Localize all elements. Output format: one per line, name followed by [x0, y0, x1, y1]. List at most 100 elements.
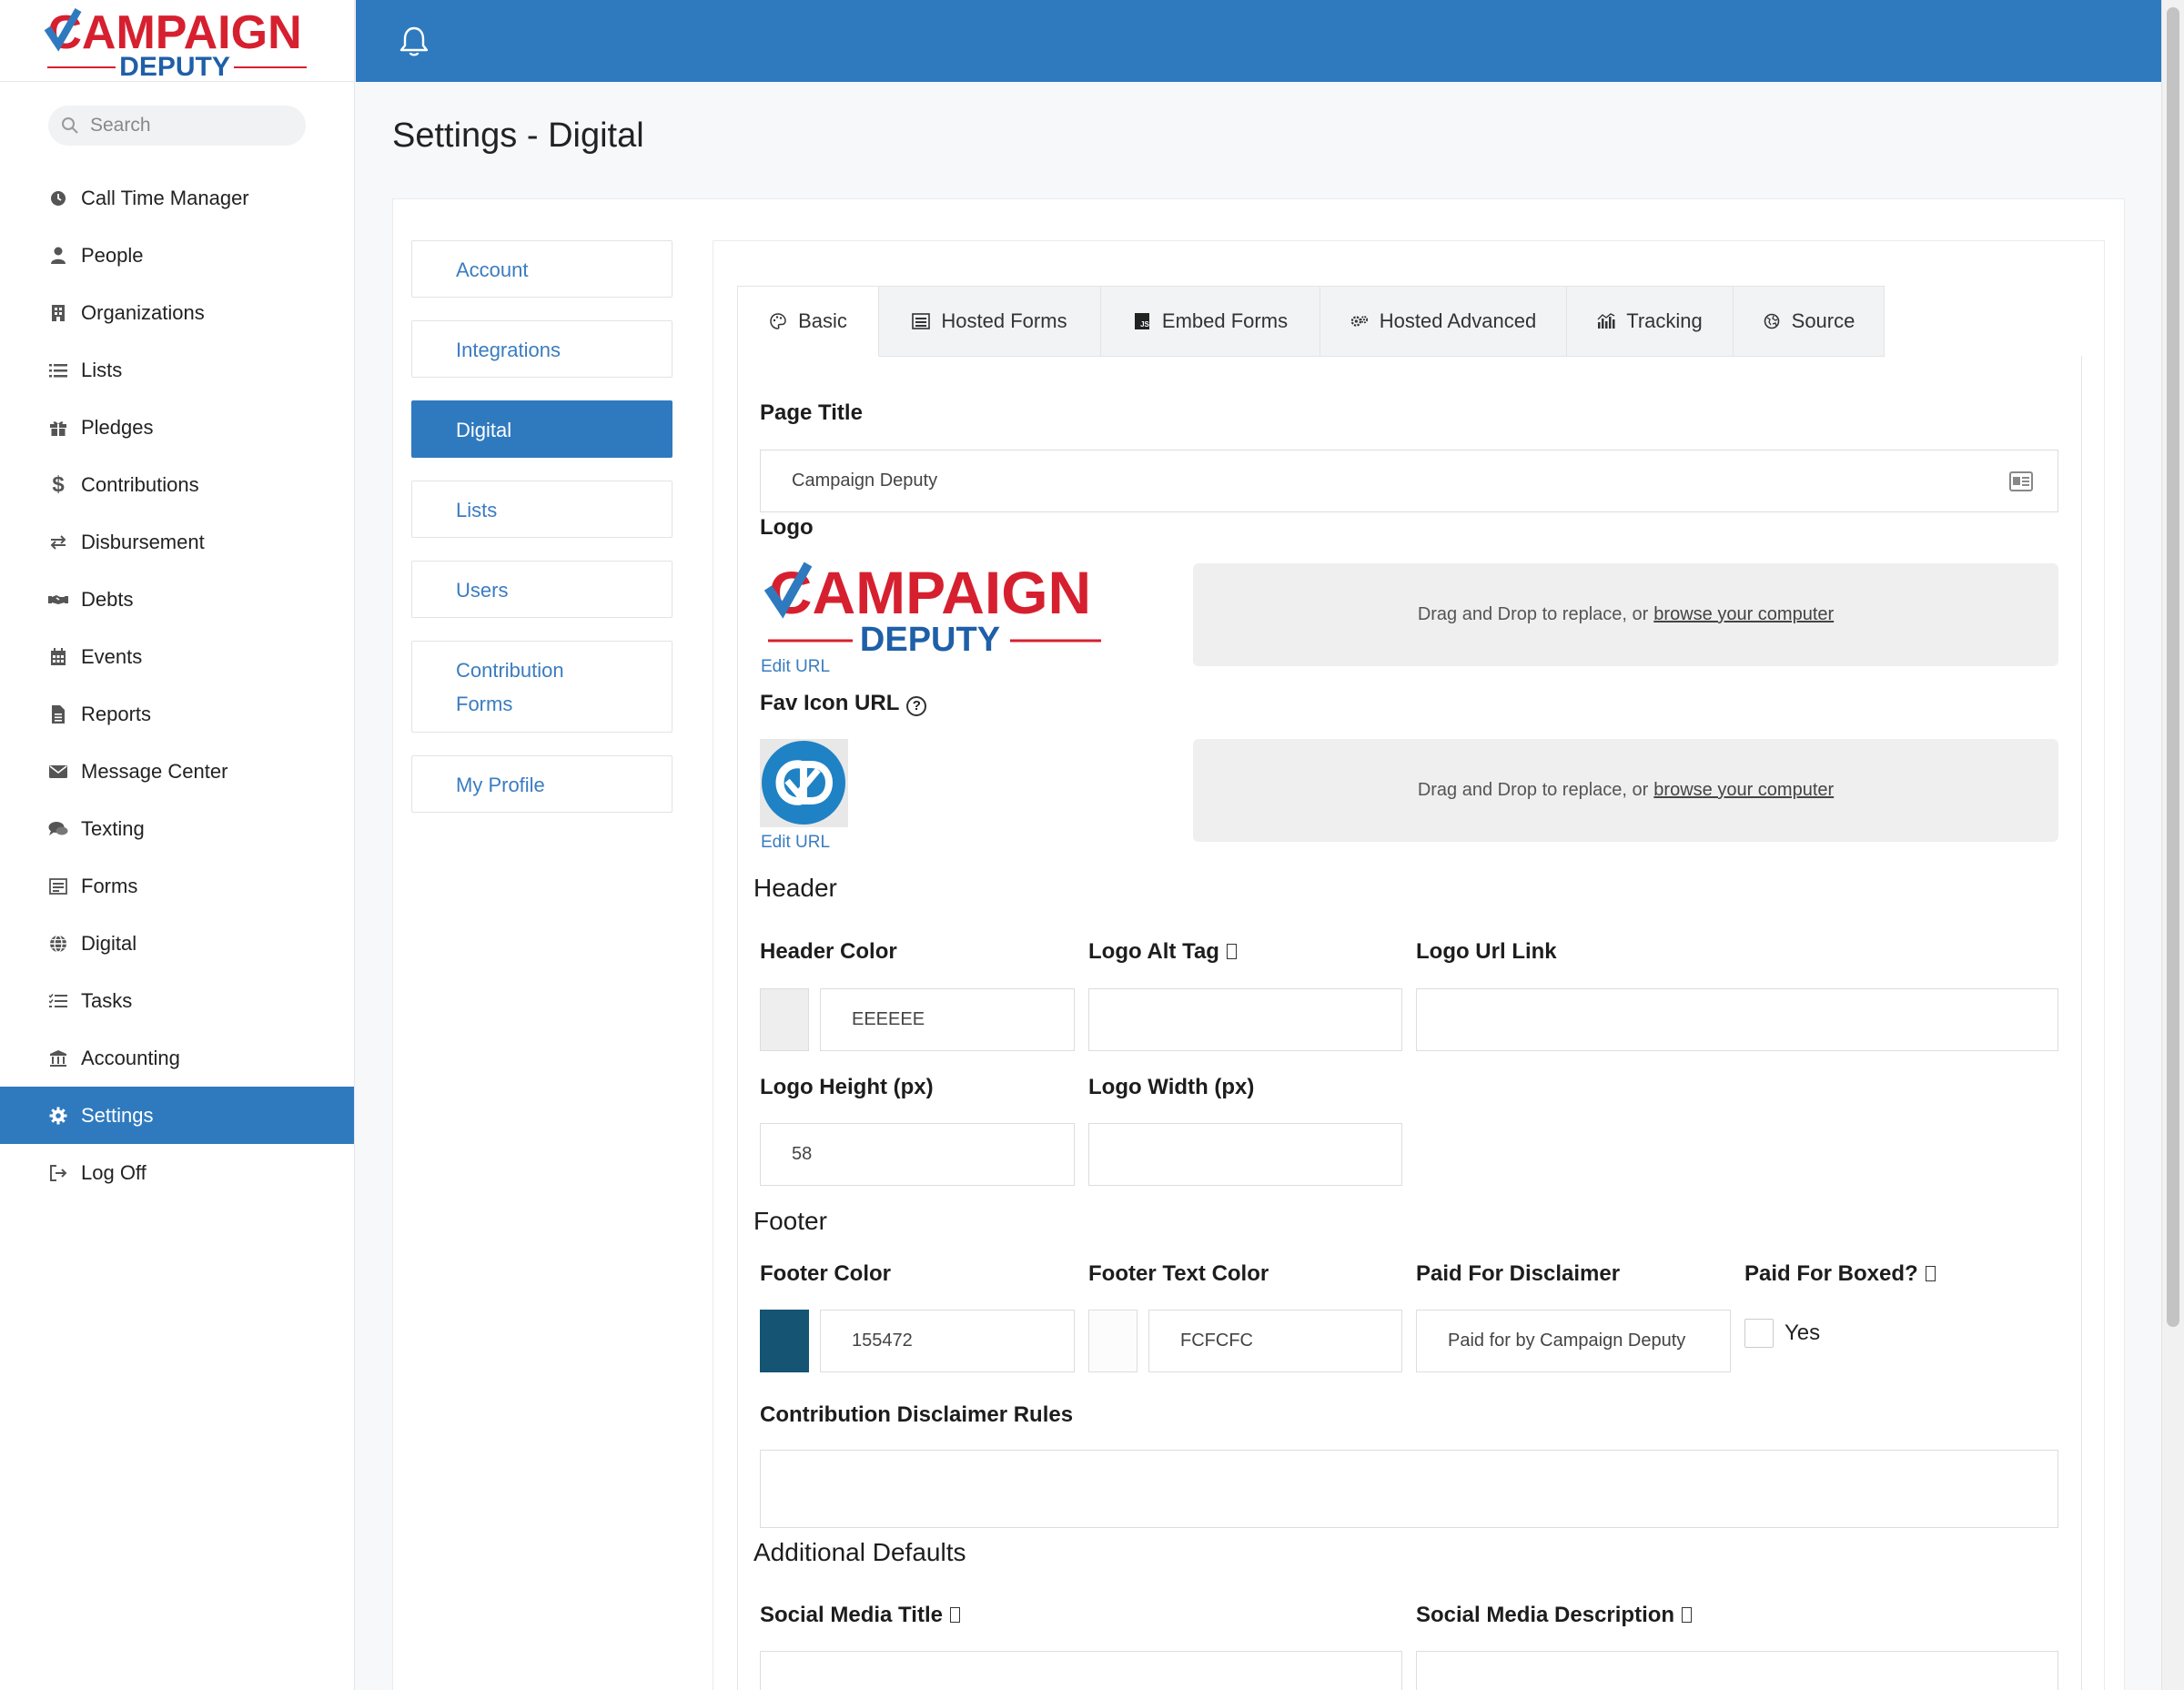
- dropzone-text: Drag and Drop to replace, or: [1417, 604, 1649, 624]
- sidebar-item-people[interactable]: People: [0, 227, 354, 284]
- sidebar-item-contributions[interactable]: $ Contributions: [0, 456, 354, 513]
- footer-text-color-swatch[interactable]: [1088, 1310, 1138, 1372]
- tab-tracking[interactable]: Tracking: [1567, 286, 1734, 357]
- social-media-description-input[interactable]: [1416, 1651, 2058, 1690]
- sidebar-item-label: Settings: [81, 1103, 154, 1127]
- settings-nav-account[interactable]: Account: [411, 240, 672, 298]
- logo-preview-text-campaign: CAMPAIGN: [769, 559, 1091, 626]
- header-color-swatch[interactable]: [760, 988, 809, 1051]
- social-media-title-input[interactable]: [760, 1651, 1402, 1690]
- calendar-icon: [48, 647, 68, 667]
- tab-embed-forms[interactable]: JS Embed Forms: [1101, 286, 1320, 357]
- fav-icon-dropzone[interactable]: Drag and Drop to replace, or browse your…: [1193, 739, 2058, 842]
- footer-color-label: Footer Color: [760, 1261, 891, 1286]
- sidebar-item-disbursement[interactable]: Disbursement: [0, 513, 354, 571]
- contribution-disclaimer-textarea[interactable]: [760, 1450, 2058, 1528]
- paid-for-boxed-checkbox[interactable]: [1744, 1319, 1774, 1348]
- info-icon[interactable]: [1682, 1607, 1693, 1623]
- sidebar-item-settings[interactable]: Settings: [0, 1087, 354, 1144]
- paid-for-boxed-label-text: Paid For Boxed?: [1744, 1261, 1918, 1286]
- sidebar-item-reports[interactable]: Reports: [0, 685, 354, 743]
- browse-computer-link[interactable]: browse your computer: [1653, 604, 1834, 625]
- contribution-disclaimer-label: Contribution Disclaimer Rules: [760, 1402, 1074, 1427]
- page-title-input[interactable]: [760, 450, 2058, 512]
- settings-nav-contribution-forms[interactable]: Contribution Forms: [411, 641, 672, 733]
- logo-alt-tag-input[interactable]: [1088, 988, 1402, 1051]
- logo-dropzone[interactable]: Drag and Drop to replace, or browse your…: [1193, 563, 2058, 666]
- footer-section-title: Footer: [753, 1207, 827, 1235]
- sidebar-item-call-time-manager[interactable]: Call Time Manager: [0, 169, 354, 227]
- footer-color-input[interactable]: [820, 1310, 1075, 1372]
- sidebar-item-label: Forms: [81, 874, 138, 897]
- search-box[interactable]: [48, 106, 306, 146]
- sidebar-item-message-center[interactable]: Message Center: [0, 743, 354, 800]
- paid-for-disclaimer-input[interactable]: [1416, 1310, 1731, 1372]
- sidebar-item-organizations[interactable]: Organizations: [0, 284, 354, 341]
- sidebar-item-digital[interactable]: Digital: [0, 915, 354, 972]
- list-icon: [48, 360, 68, 380]
- sidebar-item-texting[interactable]: Texting: [0, 800, 354, 857]
- sidebar-item-forms[interactable]: Forms: [0, 857, 354, 915]
- file-icon: [48, 704, 68, 724]
- cd-favicon-image: [762, 741, 845, 825]
- settings-nav-users[interactable]: Users: [411, 561, 672, 618]
- contact-card-icon[interactable]: [2009, 471, 2033, 496]
- sidebar-item-events[interactable]: Events: [0, 628, 354, 685]
- brand-logo[interactable]: CAMPAIGN DEPUTY: [0, 0, 354, 82]
- browse-computer-link[interactable]: browse your computer: [1653, 780, 1834, 801]
- page-scrollbar[interactable]: [2161, 0, 2184, 1690]
- logo-width-input[interactable]: [1088, 1123, 1402, 1186]
- digital-tabs: Basic Hosted Forms JS Embed Forms Hosted…: [737, 286, 1885, 357]
- person-icon: [48, 246, 68, 266]
- scrollbar-thumb[interactable]: [2167, 7, 2179, 1327]
- settings-nav-digital[interactable]: Digital: [411, 400, 672, 458]
- fav-icon-edit-url-link[interactable]: Edit URL: [761, 833, 830, 853]
- svg-text:JS: JS: [1140, 320, 1149, 329]
- settings-nav-integrations[interactable]: Integrations: [411, 320, 672, 378]
- header-color-input[interactable]: [820, 988, 1075, 1051]
- sidebar-item-lists[interactable]: Lists: [0, 341, 354, 399]
- tab-hosted-advanced[interactable]: Hosted Advanced: [1320, 286, 1567, 357]
- sidebar-nav: Call Time Manager People Organizations L…: [0, 169, 354, 1201]
- tab-basic[interactable]: Basic: [737, 286, 879, 357]
- footer-text-color-input[interactable]: [1148, 1310, 1402, 1372]
- bank-icon: [48, 1048, 68, 1068]
- tab-source[interactable]: Source: [1734, 286, 1885, 357]
- logo-preview[interactable]: CAMPAIGN DEPUTY: [757, 557, 1107, 660]
- tab-hosted-forms[interactable]: Hosted Forms: [879, 286, 1101, 357]
- logo-url-link-input[interactable]: [1416, 988, 2058, 1051]
- search-icon: [62, 117, 78, 134]
- info-icon[interactable]: [1925, 1266, 1936, 1281]
- tab-label: Hosted Advanced: [1379, 309, 1537, 332]
- bell-icon[interactable]: [399, 25, 430, 58]
- sidebar: CAMPAIGN DEPUTY Call Time Manager People…: [0, 0, 355, 1690]
- logo-label: Logo: [760, 515, 814, 540]
- sidebar-item-label: Lists: [81, 358, 123, 381]
- footer-color-swatch[interactable]: [760, 1310, 809, 1372]
- tab-label: Source: [1791, 309, 1855, 332]
- fav-icon-preview[interactable]: [760, 739, 848, 827]
- settings-nav-lists[interactable]: Lists: [411, 481, 672, 538]
- fav-icon-url-label-text: Fav Icon URL: [760, 691, 900, 715]
- help-icon[interactable]: ?: [906, 696, 927, 716]
- sidebar-item-pledges[interactable]: Pledges: [0, 399, 354, 456]
- sidebar-item-accounting[interactable]: Accounting: [0, 1029, 354, 1087]
- logo-alt-tag-label-text: Logo Alt Tag: [1088, 939, 1219, 964]
- source-globe-icon: [1763, 312, 1781, 330]
- sidebar-item-label: Texting: [81, 816, 145, 840]
- chat-icon: [48, 819, 68, 839]
- tab-label: Embed Forms: [1161, 309, 1289, 332]
- sidebar-item-debts[interactable]: Debts: [0, 571, 354, 628]
- logo-edit-url-link[interactable]: Edit URL: [761, 657, 830, 677]
- search-input[interactable]: [90, 115, 290, 137]
- sidebar-item-tasks[interactable]: Tasks: [0, 972, 354, 1029]
- logo-height-input[interactable]: [760, 1123, 1075, 1186]
- info-icon[interactable]: [949, 1607, 960, 1623]
- settings-nav-my-profile[interactable]: My Profile: [411, 755, 672, 813]
- sidebar-item-label: Debts: [81, 587, 134, 611]
- info-icon[interactable]: [1226, 944, 1237, 959]
- sidebar-item-label: Tasks: [81, 988, 133, 1012]
- paid-for-boxed-option-label[interactable]: Yes: [1785, 1321, 1820, 1346]
- footer-text-color-label: Footer Text Color: [1088, 1261, 1269, 1286]
- sidebar-item-log-off[interactable]: Log Off: [0, 1144, 354, 1201]
